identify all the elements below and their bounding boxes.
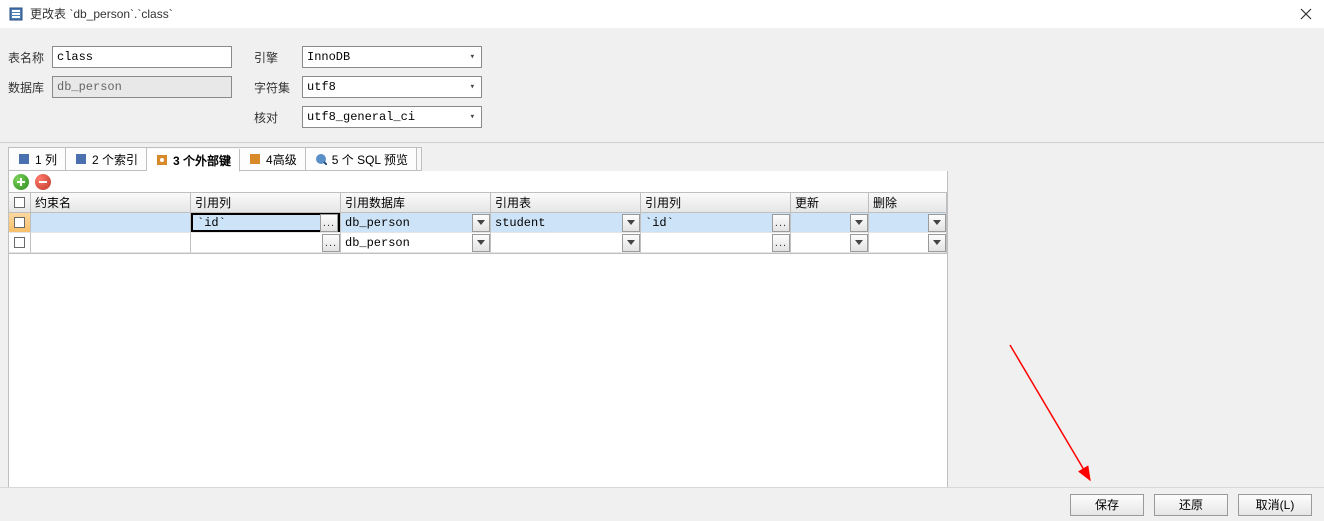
cell-reftab[interactable]: student	[491, 213, 641, 233]
tab-columns[interactable]: 1 列	[9, 148, 66, 170]
cell-reftab[interactable]	[491, 233, 641, 253]
row-checkbox[interactable]	[9, 213, 31, 233]
row-checkbox[interactable]	[9, 233, 31, 253]
cell-ondel[interactable]	[869, 233, 947, 253]
dropdown-button[interactable]	[928, 234, 946, 252]
cell-refcol[interactable]	[191, 233, 341, 253]
foreign-key-grid: 约束名 引用列 引用数据库 引用表 引用列 更新 删除 `id` db_pers…	[8, 193, 948, 254]
header-onupd[interactable]: 更新	[791, 193, 869, 213]
dropdown-button[interactable]	[850, 234, 868, 252]
dropdown-button[interactable]	[472, 214, 490, 232]
tab-sql-preview-label: 5 个 SQL 预览	[332, 151, 408, 168]
charset-label: 字符集	[254, 79, 302, 96]
tab-indexes-label: 2 个索引	[92, 151, 138, 168]
cell-onupd[interactable]	[791, 233, 869, 253]
database-label: 数据库	[8, 79, 52, 96]
alter-table-icon	[8, 6, 24, 22]
ellipsis-button[interactable]	[320, 214, 338, 232]
revert-button[interactable]: 还原	[1154, 494, 1228, 516]
tab-foreign-keys-label: 3 个外部键	[173, 152, 231, 169]
header-refcol[interactable]: 引用列	[191, 193, 341, 213]
form-area: 表名称 引擎 InnoDB ▾ 数据库 字符集 utf8 ▾ 核对 utf8_g…	[0, 28, 1324, 142]
grid-row[interactable]: `id` db_person student `id`	[9, 213, 947, 233]
close-button[interactable]	[1292, 2, 1320, 26]
bottom-button-bar: 保存 还原 取消(L)	[0, 487, 1324, 521]
titlebar: 更改表 `db_person`.`class`	[0, 0, 1324, 28]
advanced-icon	[248, 152, 262, 166]
table-name-input[interactable]	[52, 46, 232, 68]
charset-select[interactable]: utf8 ▾	[302, 76, 482, 98]
add-row-button[interactable]	[13, 174, 29, 190]
dropdown-button[interactable]	[928, 214, 946, 232]
dropdown-button[interactable]	[850, 214, 868, 232]
grid-header: 约束名 引用列 引用数据库 引用表 引用列 更新 删除	[9, 193, 947, 213]
header-ondel[interactable]: 删除	[869, 193, 947, 213]
collation-label: 核对	[254, 109, 302, 126]
cell-refdb[interactable]: db_person	[341, 233, 491, 253]
cancel-button[interactable]: 取消(L)	[1238, 494, 1312, 516]
chevron-down-icon: ▾	[470, 82, 477, 92]
tab-foreign-keys[interactable]: 3 个外部键	[147, 149, 240, 172]
tab-advanced[interactable]: 4高级	[240, 148, 306, 170]
dropdown-button[interactable]	[622, 214, 640, 232]
ellipsis-button[interactable]	[772, 214, 790, 232]
dropdown-button[interactable]	[622, 234, 640, 252]
dropdown-button[interactable]	[472, 234, 490, 252]
delete-row-button[interactable]	[35, 174, 51, 190]
tab-advanced-label: 4高级	[266, 151, 297, 168]
chevron-down-icon: ▾	[470, 112, 477, 122]
cell-refcol2[interactable]	[641, 233, 791, 253]
engine-label: 引擎	[254, 49, 302, 66]
tabstrip: 1 列 2 个索引 3 个外部键 4高级 5 个 SQL 预览	[8, 147, 422, 171]
header-refdb[interactable]: 引用数据库	[341, 193, 491, 213]
cell-constraint[interactable]	[31, 213, 191, 233]
database-input	[52, 76, 232, 98]
save-button[interactable]: 保存	[1070, 494, 1144, 516]
ellipsis-button[interactable]	[772, 234, 790, 252]
sql-preview-icon	[314, 152, 328, 166]
columns-icon	[17, 152, 31, 166]
tab-columns-label: 1 列	[35, 151, 57, 168]
table-name-label: 表名称	[8, 49, 52, 66]
chevron-down-icon: ▾	[470, 52, 477, 62]
tab-indexes[interactable]: 2 个索引	[66, 148, 147, 170]
ellipsis-button[interactable]	[322, 234, 340, 252]
cell-refdb[interactable]: db_person	[341, 213, 491, 233]
header-constraint[interactable]: 约束名	[31, 193, 191, 213]
cell-constraint[interactable]	[31, 233, 191, 253]
cell-onupd[interactable]	[791, 213, 869, 233]
cell-refcol2[interactable]: `id`	[641, 213, 791, 233]
cell-refcol[interactable]: `id`	[191, 213, 341, 233]
header-reftab[interactable]: 引用表	[491, 193, 641, 213]
indexes-icon	[74, 152, 88, 166]
window-title: 更改表 `db_person`.`class`	[30, 5, 173, 22]
cell-ondel[interactable]	[869, 213, 947, 233]
foreign-key-icon	[155, 153, 169, 167]
grid-whitespace	[8, 254, 948, 502]
tab-sql-preview[interactable]: 5 个 SQL 预览	[306, 148, 417, 170]
header-checkbox[interactable]	[9, 193, 31, 213]
header-refcol2[interactable]: 引用列	[641, 193, 791, 213]
grid-row[interactable]: db_person	[9, 233, 947, 253]
engine-select[interactable]: InnoDB ▾	[302, 46, 482, 68]
collation-select[interactable]: utf8_general_ci ▾	[302, 106, 482, 128]
